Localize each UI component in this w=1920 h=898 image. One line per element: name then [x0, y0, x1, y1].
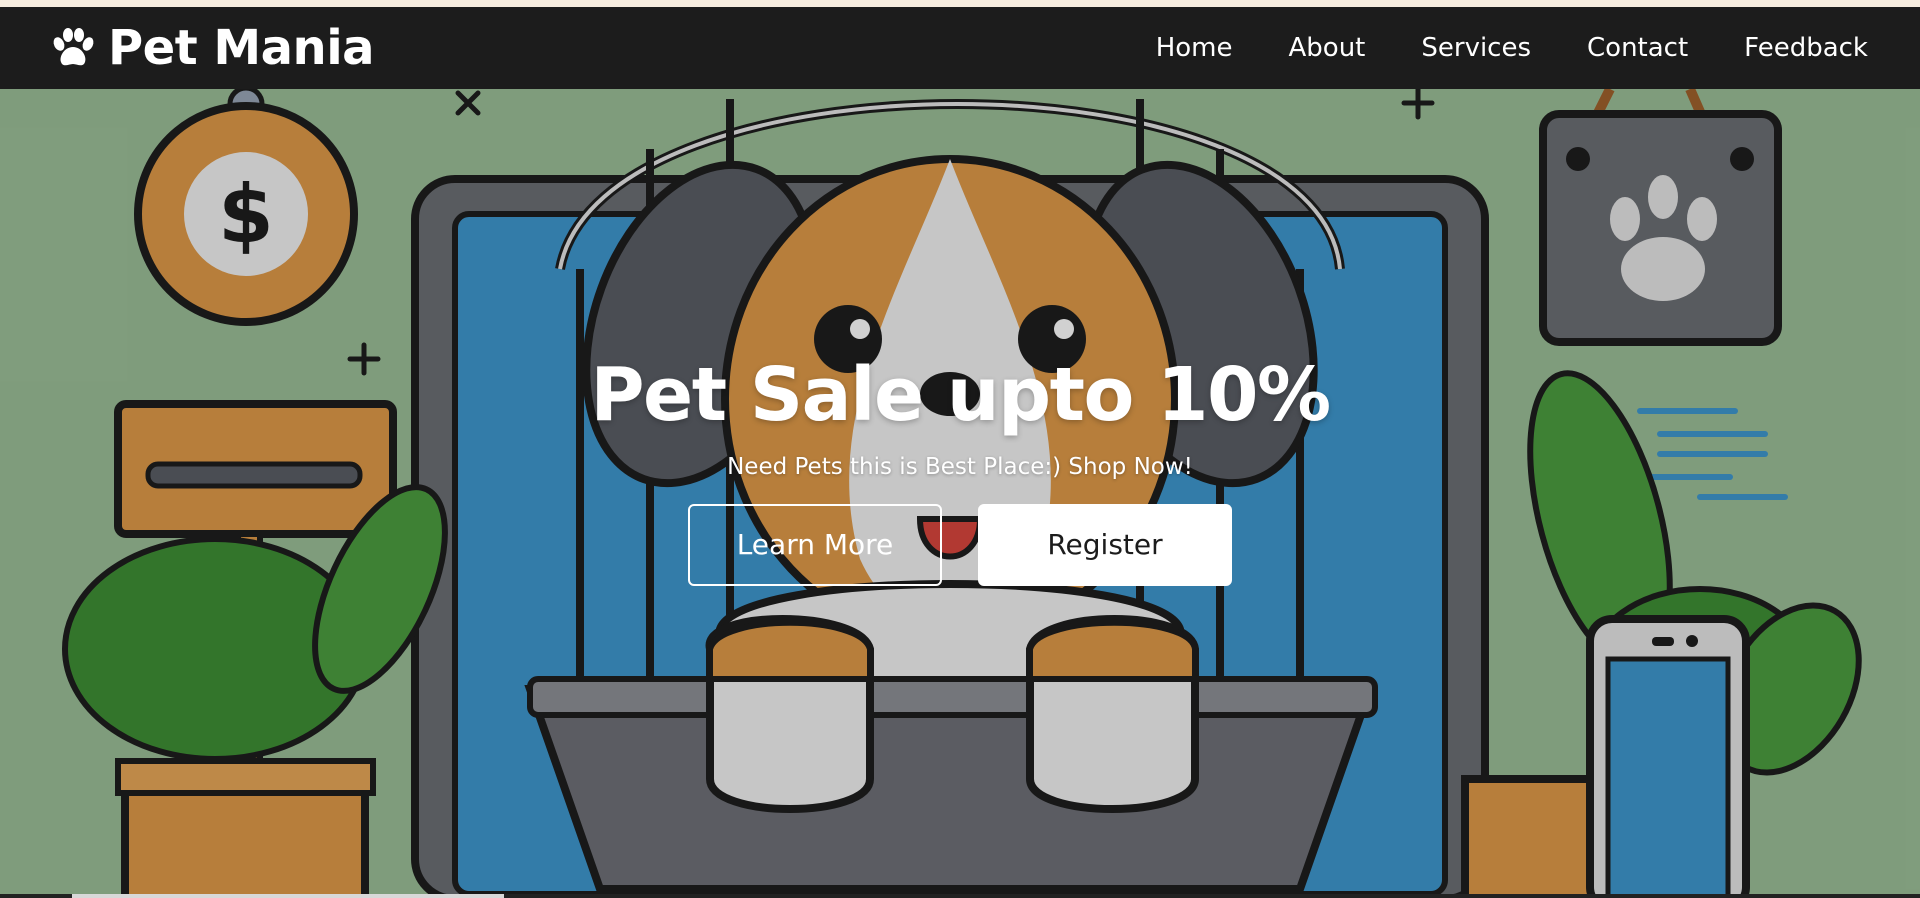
paw-icon [53, 28, 94, 66]
nav-link-home[interactable]: Home [1156, 33, 1233, 63]
bottom-divider [0, 894, 1920, 898]
brand-logo-link[interactable]: Pet Mania [50, 20, 375, 76]
navbar: Pet Mania Home About Services Contact Fe… [0, 7, 1920, 89]
brand-name: Pet Mania [108, 20, 375, 76]
nav-link-services[interactable]: Services [1421, 33, 1531, 63]
nav-link-about[interactable]: About [1289, 33, 1366, 63]
learn-more-button[interactable]: Learn More [688, 503, 942, 586]
register-button[interactable]: Register [978, 503, 1232, 586]
hero-content: Pet Sale upto 10% Need Pets this is Best… [0, 351, 1920, 586]
nav-menu: Home About Services Contact Feedback [1156, 33, 1868, 63]
hero-subtitle: Need Pets this is Best Place:) Shop Now! [727, 453, 1193, 480]
bottom-divider-highlight [72, 894, 504, 898]
nav-link-feedback[interactable]: Feedback [1744, 33, 1868, 63]
hero-title: Pet Sale upto 10% [590, 352, 1331, 438]
top-strip [0, 0, 1920, 7]
nav-link-contact[interactable]: Contact [1587, 33, 1688, 63]
hero-section: $ Pet Sale upto 10% Need Pets this is Be… [0, 89, 1920, 898]
hero-buttons: Learn More Register [688, 503, 1232, 586]
